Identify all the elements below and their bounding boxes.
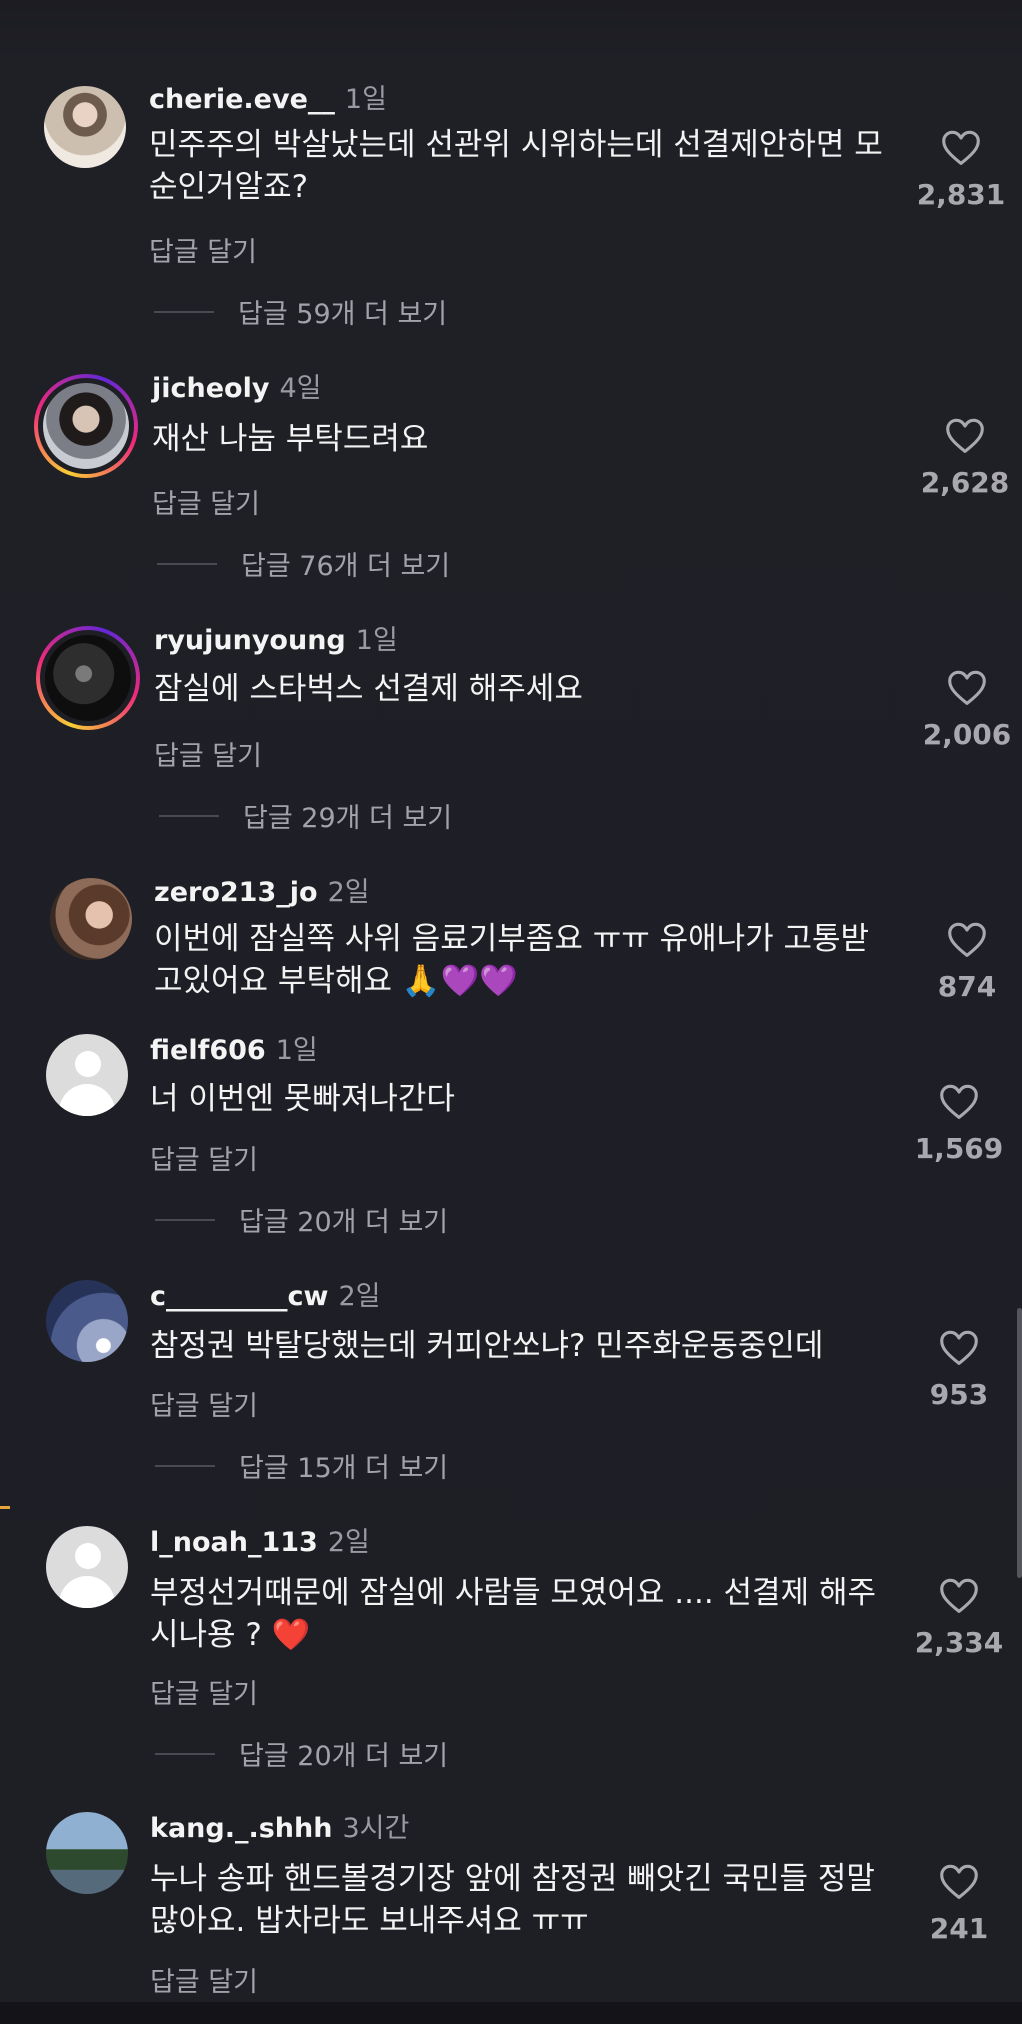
comment-meta: jicheoly 4일	[152, 372, 321, 406]
comment-meta: ryujunyoung 1일	[154, 624, 398, 658]
avatar-story-ring[interactable]	[34, 374, 138, 478]
username[interactable]: jicheoly	[152, 373, 269, 404]
timestamp: 1일	[344, 84, 387, 115]
heart-outline-icon	[942, 130, 980, 165]
avatar[interactable]	[50, 878, 132, 960]
like-button[interactable]: 2,831	[906, 128, 1016, 211]
divider-line	[155, 1752, 215, 1755]
view-replies-label: 답글 15개 더 보기	[239, 1453, 449, 1484]
reply-button[interactable]: 답글 달기	[150, 1138, 258, 1177]
like-count: 2,831	[916, 178, 1006, 211]
heart-outline-icon	[948, 670, 986, 705]
timestamp: 2일	[338, 1281, 381, 1312]
divider-line	[159, 814, 219, 817]
like-button[interactable]: 2,006	[912, 668, 1022, 751]
like-button[interactable]: 2,334	[904, 1576, 1014, 1659]
divider-line	[155, 1464, 215, 1467]
username[interactable]: fielf606	[150, 1035, 266, 1066]
view-replies-button[interactable]: 답글 20개 더 보기	[155, 1200, 448, 1239]
view-replies-label: 답글 76개 더 보기	[241, 551, 451, 582]
username[interactable]: kang._.shhh	[150, 1813, 332, 1844]
edge-marker	[0, 1506, 10, 1509]
comment-meta: c_________cw 2일	[150, 1280, 380, 1314]
bottom-bar	[0, 2002, 1022, 2024]
heart-outline-icon	[946, 418, 984, 453]
username[interactable]: l_noah_113	[150, 1527, 318, 1558]
like-button[interactable]: 1,569	[904, 1082, 1014, 1165]
like-count: 1,569	[914, 1132, 1004, 1165]
like-count: 953	[929, 1378, 989, 1411]
comment-text: 참정권 박탈당했는데 커피안쏘냐? 민주화운동중인데	[150, 1328, 824, 1364]
heart-outline-icon	[940, 1864, 978, 1899]
view-replies-button[interactable]: 답글 76개 더 보기	[157, 544, 450, 583]
heart-outline-icon	[948, 922, 986, 957]
like-count: 2,628	[920, 466, 1010, 499]
timestamp: 1일	[355, 625, 398, 656]
avatar-story-ring[interactable]	[36, 626, 140, 730]
timestamp: 2일	[327, 1527, 370, 1558]
view-replies-label: 답글 20개 더 보기	[239, 1207, 449, 1238]
heart-outline-icon	[940, 1084, 978, 1119]
username[interactable]: zero213_jo	[154, 877, 318, 908]
avatar[interactable]	[46, 1812, 128, 1894]
comment-meta: fielf606 1일	[150, 1034, 318, 1068]
view-replies-label: 답글 20개 더 보기	[239, 1741, 449, 1772]
comment-text: 너 이번엔 못빠져나간다	[150, 1081, 455, 1117]
scrollbar[interactable]	[1017, 1308, 1022, 1578]
timestamp: 4일	[279, 373, 322, 404]
view-replies-label: 답글 29개 더 보기	[243, 803, 453, 834]
timestamp: 2일	[327, 877, 370, 908]
comments-screen: cherie.eve__ 1일 민주주의 박살났는데 선관위 시위하는데 선결제안…	[0, 0, 1022, 2024]
view-replies-button[interactable]: 답글 20개 더 보기	[155, 1734, 448, 1773]
heart-outline-icon	[940, 1578, 978, 1613]
avatar	[43, 383, 129, 469]
like-count: 241	[929, 1912, 989, 1945]
default-user-icon[interactable]	[46, 1526, 128, 1608]
divider-line	[157, 562, 217, 565]
username[interactable]: c_________cw	[150, 1281, 328, 1312]
reply-button[interactable]: 답글 달기	[149, 230, 257, 269]
comment-text: 재산 나눔 부탁드려요	[152, 421, 429, 457]
reply-button[interactable]: 답글 달기	[150, 1672, 258, 1711]
view-replies-button[interactable]: 답글 15개 더 보기	[155, 1446, 448, 1485]
view-replies-label: 답글 59개 더 보기	[238, 299, 448, 330]
view-replies-button[interactable]: 답글 59개 더 보기	[154, 292, 447, 331]
divider-line	[154, 310, 214, 313]
view-replies-button[interactable]: 답글 29개 더 보기	[159, 796, 452, 835]
reply-button[interactable]: 답글 달기	[152, 482, 260, 521]
comment-text: 이번에 잠실쪽 사위 음료기부좀요 ㅠㅠ 유애나가 고통받고있어요 부탁해요 🙏…	[154, 921, 870, 999]
reply-button[interactable]: 답글 달기	[154, 734, 262, 773]
avatar	[45, 635, 131, 721]
comment-meta: l_noah_113 2일	[150, 1526, 370, 1560]
like-button[interactable]: 874	[912, 920, 1022, 1003]
heart-outline-icon	[940, 1330, 978, 1365]
timestamp: 3시간	[342, 1813, 410, 1844]
comment-meta: kang._.shhh 3시간	[150, 1812, 409, 1846]
comment-text: 누나 송파 핸드볼경기장 앞에 참정권 빼앗긴 국민들 정말 많아요. 밥차라도…	[150, 1861, 875, 1939]
comment-item: l_noah_113 2일 부정선거때문에 잠실에 사람들 모였어요 .... 선…	[0, 0, 1022, 1772]
default-user-icon[interactable]	[46, 1034, 128, 1116]
like-count: 874	[937, 970, 997, 1003]
comment-meta: zero213_jo 2일	[154, 876, 370, 910]
username[interactable]: ryujunyoung	[154, 625, 346, 656]
comment-text: 부정선거때문에 잠실에 사람들 모였어요 .... 선결제 해주시나용 ? ❤️	[150, 1575, 876, 1653]
like-button[interactable]: 241	[904, 1862, 1014, 1945]
reply-button[interactable]: 답글 달기	[150, 1960, 258, 1999]
timestamp: 1일	[275, 1035, 318, 1066]
like-button[interactable]: 2,628	[910, 416, 1020, 499]
comment-meta: cherie.eve__ 1일	[149, 83, 387, 117]
comment-text: 민주주의 박살났는데 선관위 시위하는데 선결제안하면 모순인거알죠?	[149, 127, 883, 205]
comment-text: 잠실에 스타벅스 선결제 해주세요	[154, 671, 583, 707]
username[interactable]: cherie.eve__	[149, 84, 335, 115]
divider-line	[155, 1218, 215, 1221]
reply-button[interactable]: 답글 달기	[150, 1384, 258, 1423]
avatar[interactable]	[44, 86, 126, 168]
like-count: 2,334	[914, 1626, 1004, 1659]
like-button[interactable]: 953	[904, 1328, 1014, 1411]
avatar[interactable]	[46, 1280, 128, 1362]
like-count: 2,006	[922, 718, 1012, 751]
